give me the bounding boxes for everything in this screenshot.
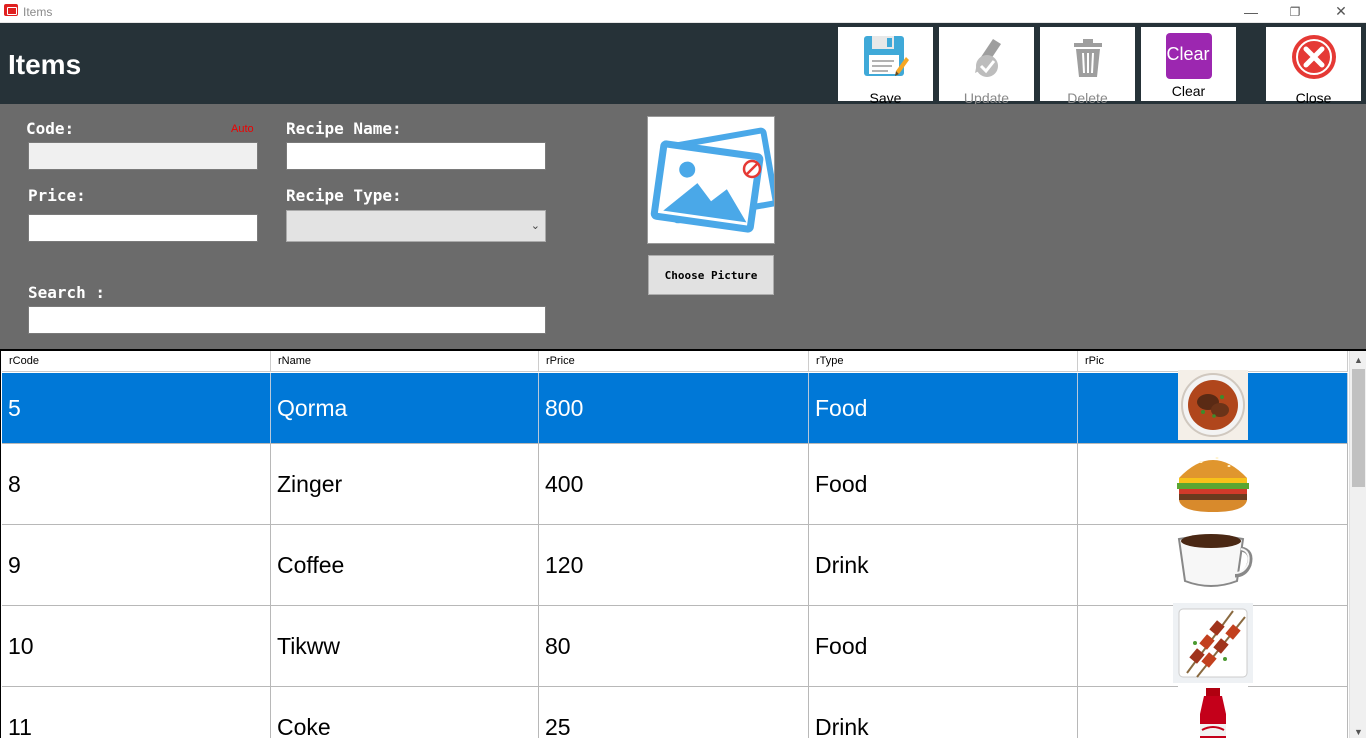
cell-code: 10: [2, 606, 271, 686]
image-placeholder-icon: [648, 127, 779, 247]
choose-picture-button[interactable]: Choose Picture: [648, 255, 774, 295]
close-button[interactable]: Close: [1266, 27, 1361, 106]
clear-button[interactable]: Clear Clear: [1141, 27, 1236, 101]
cell-type: Food: [809, 444, 1078, 524]
table-row[interactable]: 8 Zinger 400 Food: [2, 444, 1348, 525]
item-form: Code: Auto Recipe Name: Price: Recipe Ty…: [0, 104, 1366, 349]
cell-pic: [1078, 444, 1348, 524]
scroll-up-icon[interactable]: ▲: [1350, 351, 1366, 368]
chevron-down-icon: ⌄: [530, 220, 540, 232]
window-titlebar: Items — ❐ ✕: [0, 0, 1366, 23]
column-header-rprice[interactable]: rPrice: [539, 351, 809, 372]
search-label: Search :: [28, 283, 106, 302]
cell-type: Drink: [809, 687, 1078, 738]
cell-pic: [1078, 370, 1348, 446]
app-icon: [4, 4, 18, 16]
cell-price: 400: [539, 444, 809, 524]
scrollbar-thumb[interactable]: [1352, 369, 1365, 487]
table-row[interactable]: 11 Coke 25 Drink: [2, 684, 1348, 738]
table-row[interactable]: 10 Tikww 80 Food: [2, 603, 1348, 689]
price-field[interactable]: [28, 214, 258, 242]
cell-type: Food: [809, 373, 1078, 443]
minimize-button[interactable]: —: [1228, 0, 1274, 23]
cell-code: 5: [2, 373, 271, 443]
page-title: Items: [8, 49, 82, 80]
cell-code: 11: [2, 687, 271, 738]
skewers-image: [1172, 603, 1253, 689]
grid-vertical-scrollbar[interactable]: ▲ ▼: [1349, 351, 1366, 738]
window-close-button[interactable]: ✕: [1318, 0, 1364, 23]
cell-price: 800: [539, 373, 809, 443]
header-bar: Items Save Update Delete Clear Clear Clo…: [0, 23, 1366, 106]
grid-header: rCode rName rPrice rType rPic: [2, 351, 1348, 372]
cell-name: Zinger: [271, 444, 539, 524]
recipe-name-label: Recipe Name:: [286, 119, 402, 138]
column-header-rname[interactable]: rName: [271, 351, 539, 372]
cell-pic: [1078, 684, 1348, 738]
update-button[interactable]: Update: [939, 27, 1034, 106]
floppy-disk-icon: [862, 33, 910, 86]
delete-button[interactable]: Delete: [1040, 27, 1135, 106]
edit-check-icon: [963, 33, 1011, 86]
search-input[interactable]: [28, 306, 546, 334]
restore-button[interactable]: ❐: [1272, 0, 1318, 23]
window-title: Items: [23, 5, 53, 19]
code-field[interactable]: [28, 142, 258, 170]
items-grid[interactable]: rCode rName rPrice rType rPic 5 Qorma 80…: [0, 349, 1366, 738]
cell-code: 9: [2, 525, 271, 605]
cell-type: Food: [809, 606, 1078, 686]
clear-label: Clear: [1171, 83, 1206, 99]
table-row[interactable]: 5 Qorma 800 Food: [2, 370, 1348, 446]
table-row[interactable]: 9 Coffee 120 Drink: [2, 525, 1348, 606]
trash-icon: [1064, 33, 1112, 86]
cell-code: 8: [2, 444, 271, 524]
cell-name: Tikww: [271, 606, 539, 686]
burger-image: [1173, 446, 1253, 522]
coffee-cup-image: [1173, 529, 1253, 601]
clear-icon: Clear: [1165, 33, 1212, 79]
cell-name: Qorma: [271, 373, 539, 443]
cell-price: 80: [539, 606, 809, 686]
cell-name: Coffee: [271, 525, 539, 605]
recipe-type-label: Recipe Type:: [286, 186, 402, 205]
picture-preview: [647, 116, 779, 247]
column-header-rcode[interactable]: rCode: [2, 351, 271, 372]
cell-type: Drink: [809, 525, 1078, 605]
recipe-name-field[interactable]: [286, 142, 546, 170]
column-header-rtype[interactable]: rType: [809, 351, 1078, 372]
cell-price: 120: [539, 525, 809, 605]
cell-pic: [1078, 525, 1348, 605]
scroll-down-icon[interactable]: ▼: [1350, 723, 1366, 738]
cola-bottle-image: [1177, 684, 1248, 738]
column-header-rpic[interactable]: rPic: [1078, 351, 1348, 372]
close-circle-icon: [1290, 33, 1338, 86]
qorma-image: [1177, 370, 1248, 446]
cell-price: 25: [539, 687, 809, 738]
code-auto-label: Auto: [231, 123, 254, 135]
recipe-type-select[interactable]: ⌄: [286, 210, 546, 242]
price-label: Price:: [28, 186, 86, 205]
cell-pic: [1078, 603, 1348, 689]
cell-name: Coke: [271, 687, 539, 738]
code-label: Code:: [26, 119, 75, 138]
save-button[interactable]: Save: [838, 27, 933, 106]
clear-icon-text: Clear: [1166, 44, 1210, 64]
